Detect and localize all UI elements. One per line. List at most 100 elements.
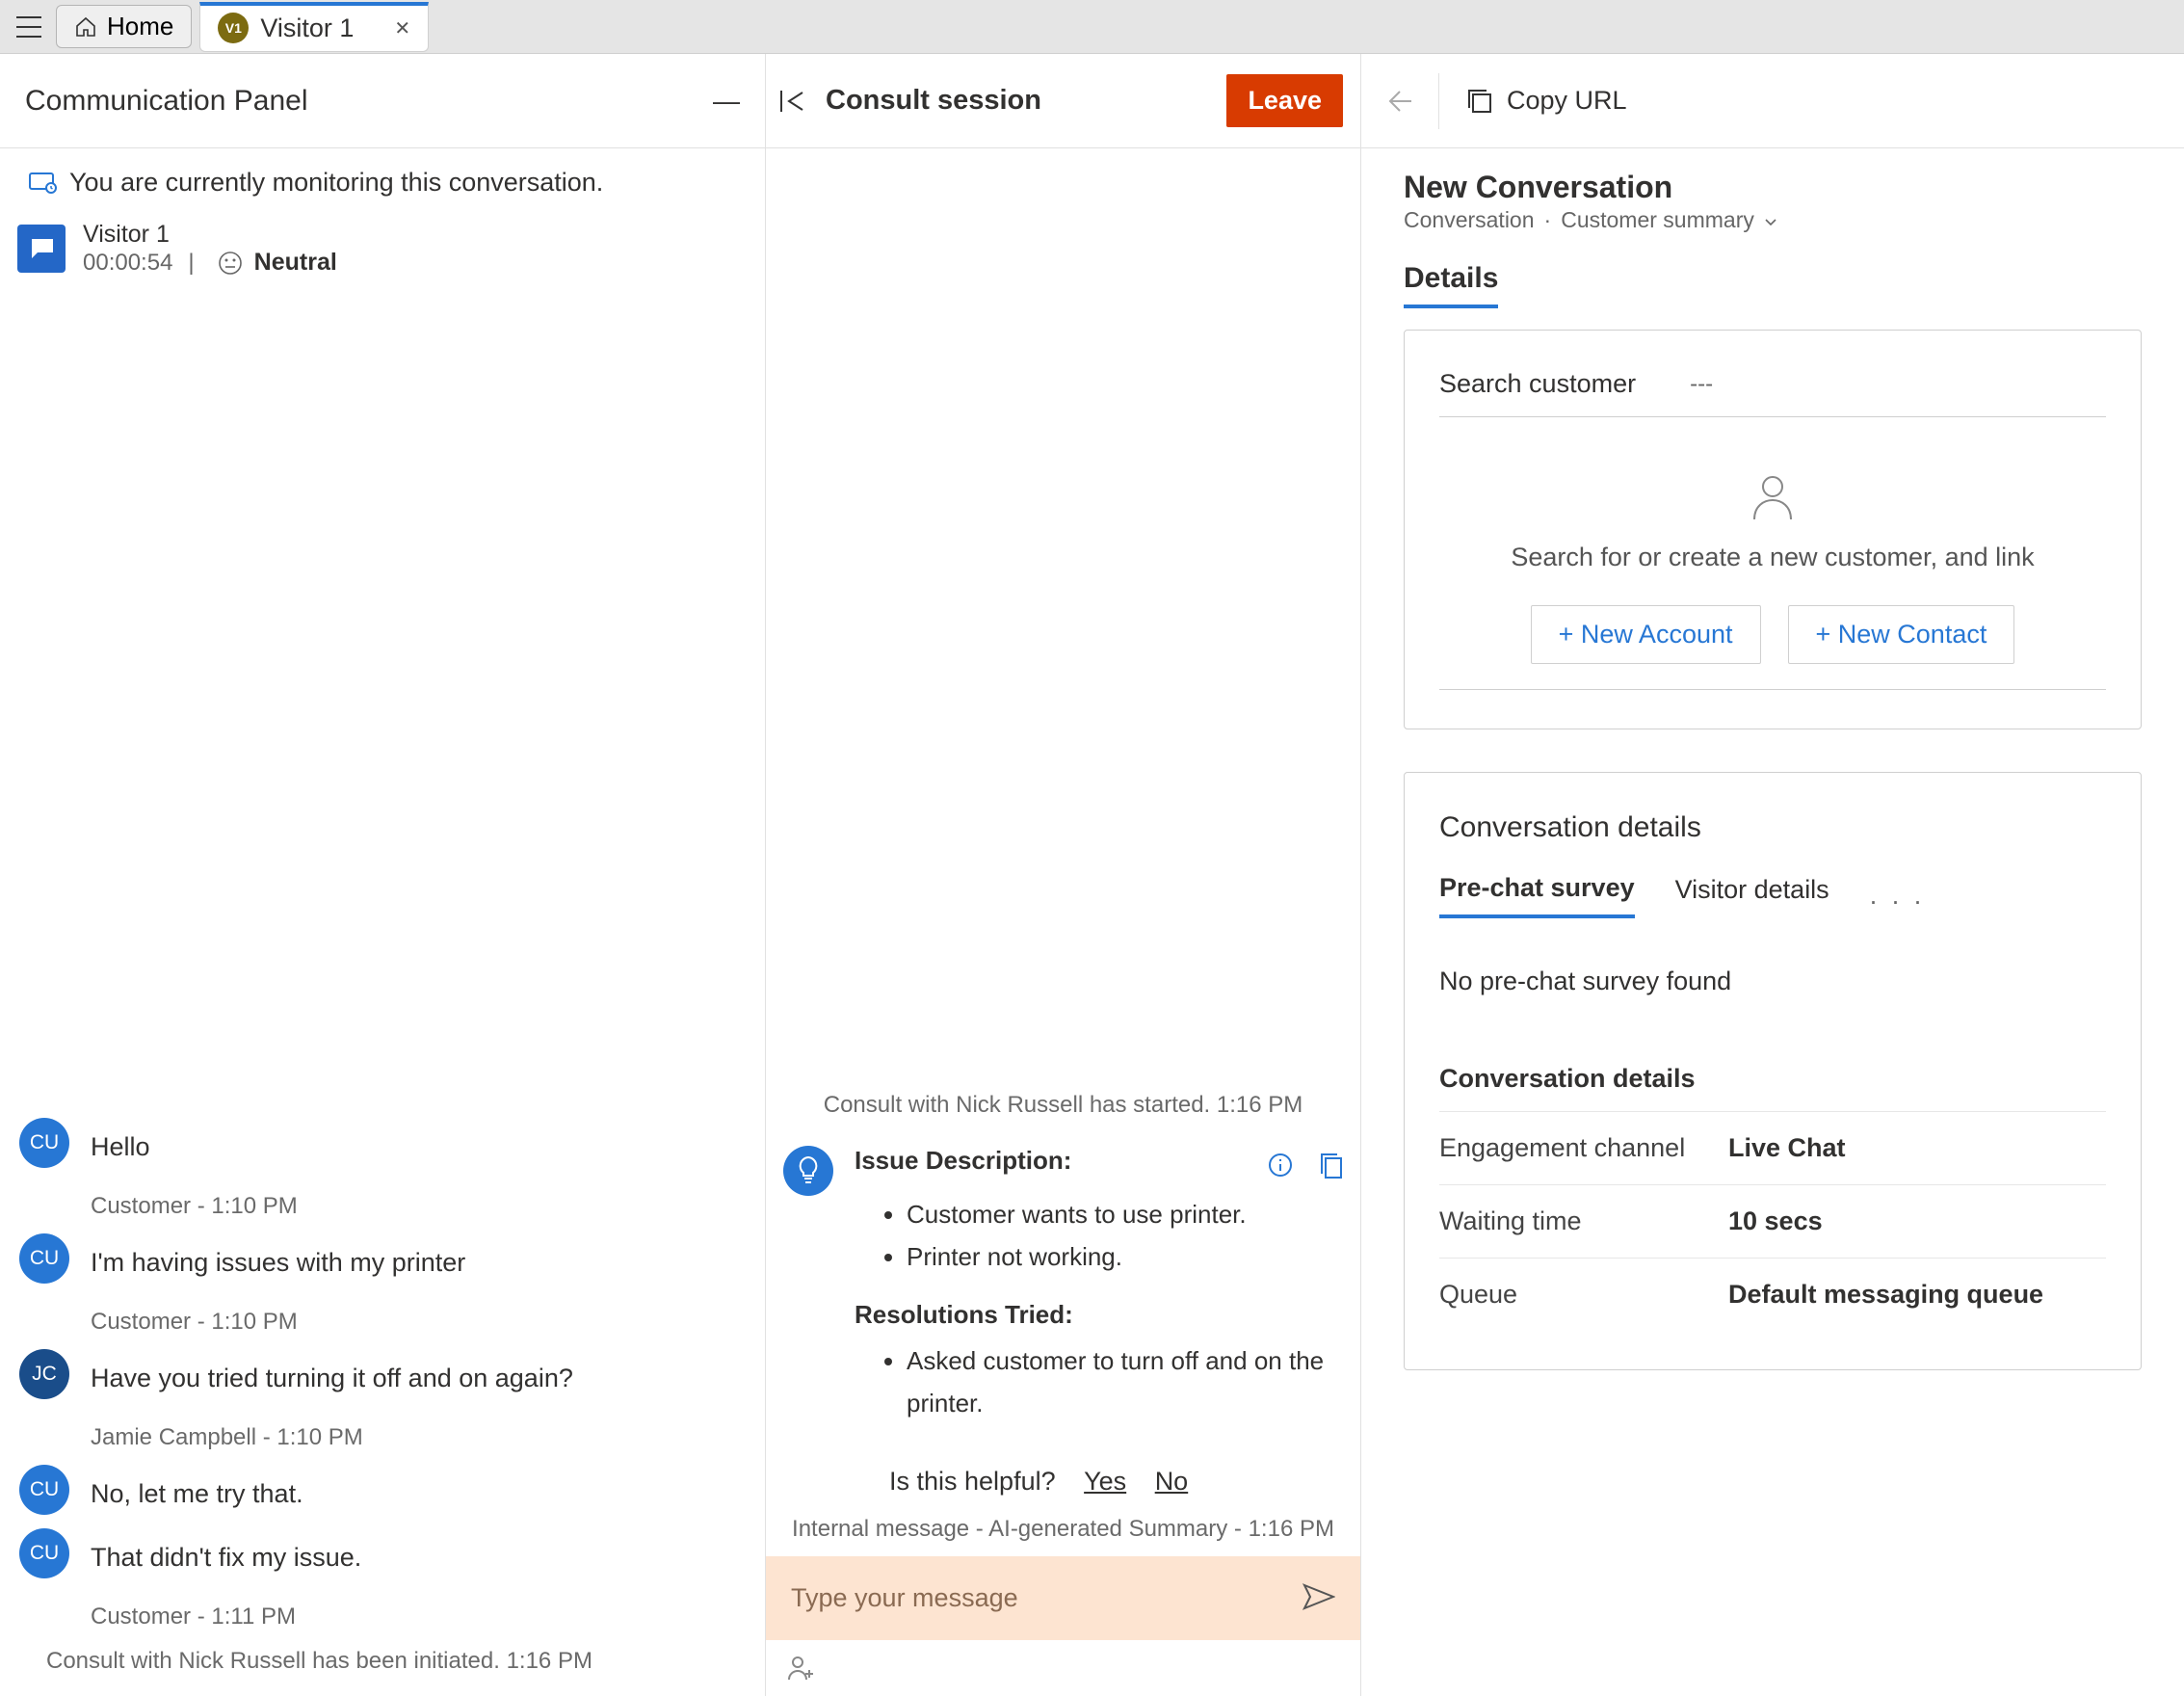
chat-message: CUI'm having issues with my printer (19, 1233, 746, 1284)
copy-url-button[interactable]: Copy URL (1466, 86, 1627, 116)
conversation-details-card: Conversation details Pre-chat survey Vis… (1404, 772, 2142, 1370)
panel-title: Communication Panel (25, 85, 307, 118)
chat-message: CU Hello (19, 1118, 746, 1168)
resolutions-heading: Resolutions Tried: (855, 1300, 1343, 1330)
copy-url-icon (1466, 88, 1493, 115)
detail-row: Waiting time10 secs (1439, 1184, 2106, 1258)
feedback-question: Is this helpful? (889, 1467, 1056, 1496)
toolbar-divider (1438, 73, 1439, 129)
message-meta: Customer - 1:10 PM (91, 1309, 746, 1336)
empty-customer: Search for or create a new customer, and… (1439, 417, 2106, 580)
detail-row: QueueDefault messaging queue (1439, 1258, 2106, 1331)
monitor-banner-text: You are currently monitoring this conver… (69, 168, 603, 198)
session-tab[interactable]: V1 Visitor 1 ✕ (199, 2, 429, 52)
details-toolbar: Copy URL (1361, 54, 2184, 148)
chat-message: CU That didn't fix my issue. (19, 1528, 746, 1578)
consult-content: Consult with Nick Russell has started. 1… (766, 148, 1360, 1556)
conversation-details-title: Conversation details (1439, 811, 2106, 844)
message-list: CUHelloCustomer - 1:10 PMCUI'm having is… (0, 290, 765, 1696)
chevron-down-icon (1764, 218, 1777, 227)
message-text: No, let me try that. (91, 1476, 303, 1513)
copy-icon[interactable] (1320, 1153, 1343, 1179)
session-tab-label: Visitor 1 (260, 13, 354, 43)
panel-header: Communication Panel — (0, 54, 765, 148)
feedback-no[interactable]: No (1155, 1467, 1189, 1496)
active-session[interactable]: Visitor 1 00:00:54 | Neutral (0, 207, 765, 290)
breadcrumb-form-selector[interactable]: Customer summary (1561, 207, 1777, 233)
home-tab[interactable]: Home (56, 5, 192, 48)
resolution-list: Asked customer to turn off and on the pr… (907, 1339, 1343, 1424)
new-contact-button[interactable]: + New Contact (1788, 605, 2015, 664)
tab-overflow[interactable]: . . . (1870, 881, 1926, 911)
chat-icon (17, 225, 66, 273)
issue-list: Customer wants to use printer.Printer no… (907, 1193, 1343, 1278)
composer-toolbar (766, 1640, 1360, 1696)
card-divider (1439, 689, 2106, 690)
tab-prechat-survey[interactable]: Pre-chat survey (1439, 873, 1635, 918)
monitor-banner: You are currently monitoring this conver… (0, 148, 765, 207)
consult-header: Consult session Leave (766, 54, 1360, 148)
message-meta: Customer - 1:11 PM (91, 1603, 746, 1630)
detail-key: Queue (1439, 1280, 1728, 1310)
message-text: That didn't fix my issue. (91, 1540, 361, 1577)
no-survey-message: No pre-chat survey found (1439, 967, 2106, 996)
conversation-detail-tabs: Pre-chat survey Visitor details . . . (1439, 873, 2106, 918)
send-icon[interactable] (1303, 1583, 1335, 1613)
list-item: Printer not working. (907, 1235, 1343, 1278)
system-message: Consult with Nick Russell has been initi… (46, 1648, 746, 1675)
message-text: Hello (91, 1129, 150, 1166)
hamburger-menu[interactable] (10, 8, 48, 46)
collapse-left-icon[interactable] (779, 89, 806, 114)
section-tabs: Details (1361, 239, 2184, 308)
session-timer: 00:00:54 (83, 250, 172, 277)
detail-value: Live Chat (1728, 1133, 2106, 1163)
consult-started-notice: Consult with Nick Russell has started. 1… (783, 1092, 1343, 1119)
message-meta: Jamie Campbell - 1:10 PM (91, 1424, 746, 1451)
search-customer-label: Search customer (1439, 369, 1636, 399)
consult-title: Consult session (826, 85, 1041, 117)
composer-input[interactable] (791, 1583, 1303, 1613)
avatar: CU (19, 1465, 69, 1515)
close-tab-icon[interactable]: ✕ (394, 16, 410, 40)
tab-visitor-details[interactable]: Visitor details (1675, 875, 1829, 916)
detail-value: 10 secs (1728, 1206, 2106, 1236)
form-title: New Conversation (1404, 170, 2142, 205)
form-breadcrumb: Conversation · Customer summary (1404, 207, 2142, 233)
chat-message: JCHave you tried turning it off and on a… (19, 1349, 746, 1399)
detail-value: Default messaging queue (1728, 1280, 2106, 1310)
session-tab-badge: V1 (218, 13, 249, 43)
ai-summary-card: Issue Description: Customer wants to use… (783, 1146, 1343, 1445)
neutral-face-icon (218, 251, 243, 276)
lightbulb-icon (783, 1146, 833, 1196)
hamburger-icon (16, 16, 41, 38)
avatar: CU (19, 1118, 69, 1168)
info-icon[interactable] (1268, 1153, 1293, 1178)
message-text: Have you tried turning it off and on aga… (91, 1361, 573, 1397)
session-name: Visitor 1 (83, 221, 337, 249)
communication-panel: Communication Panel — You are currently … (0, 54, 766, 1696)
monitor-icon (29, 171, 58, 196)
new-account-button[interactable]: + New Account (1531, 605, 1761, 664)
search-customer-value: --- (1690, 371, 1713, 398)
details-panel: Copy URL New Conversation Conversation ·… (1361, 54, 2184, 1696)
message-composer[interactable] (766, 1556, 1360, 1640)
chat-message: CU No, let me try that. (19, 1465, 746, 1515)
panel-minimize-button[interactable]: — (713, 86, 740, 117)
list-item: Customer wants to use printer. (907, 1193, 1343, 1235)
breadcrumb-entity: Conversation (1404, 207, 1535, 233)
search-customer-row[interactable]: Search customer --- (1439, 369, 2106, 417)
feedback-yes[interactable]: Yes (1084, 1467, 1126, 1496)
back-icon[interactable] (1386, 90, 1411, 113)
avatar: CU (19, 1528, 69, 1578)
add-person-icon[interactable] (787, 1655, 816, 1682)
home-icon (74, 16, 97, 38)
detail-key: Engagement channel (1439, 1133, 1728, 1163)
detail-row: Engagement channelLive Chat (1439, 1111, 2106, 1184)
details-tab[interactable]: Details (1404, 262, 1498, 308)
leave-button[interactable]: Leave (1226, 74, 1343, 127)
list-item: Asked customer to turn off and on the pr… (907, 1339, 1343, 1424)
detail-key: Waiting time (1439, 1206, 1728, 1236)
session-info: Visitor 1 00:00:54 | Neutral (83, 221, 337, 277)
message-text: I'm having issues with my printer (91, 1245, 465, 1282)
sentiment-indicator: Neutral (218, 249, 337, 277)
